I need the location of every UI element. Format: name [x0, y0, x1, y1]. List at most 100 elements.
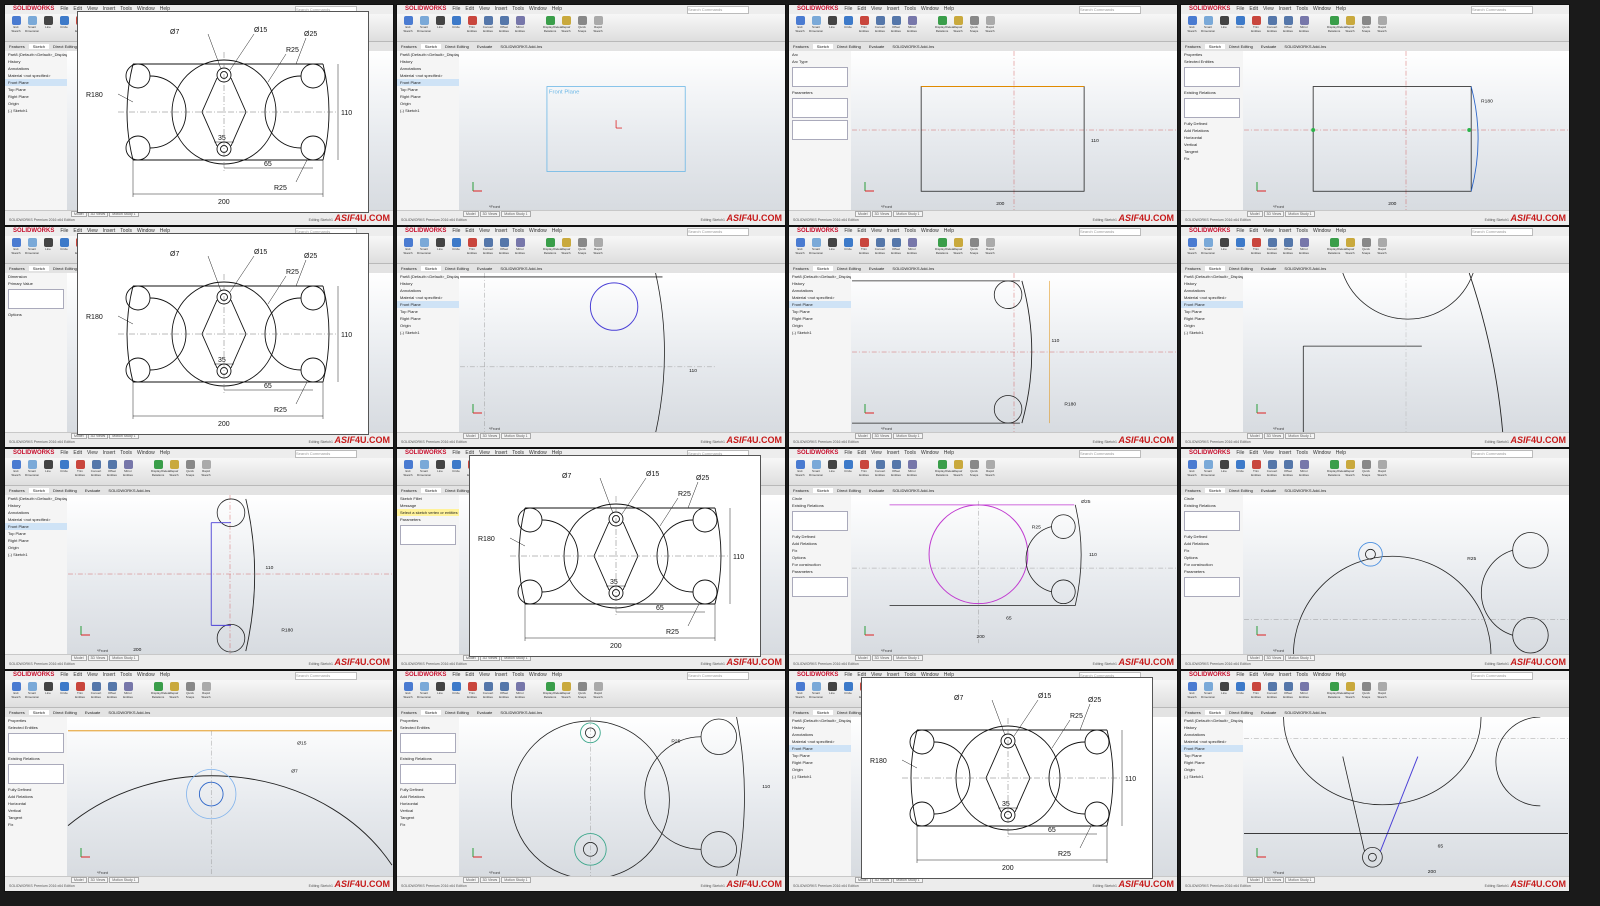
menu-insert[interactable]: Insert	[1279, 672, 1292, 678]
model-tab[interactable]: 3D Views	[87, 655, 109, 661]
selected-entities-list[interactable]	[1184, 67, 1240, 87]
ribbon-button[interactable]: Line	[825, 460, 839, 480]
tree-item[interactable]: Annotations	[397, 65, 459, 72]
model-tab[interactable]: Model	[1247, 433, 1263, 439]
menu-edit[interactable]: Edit	[1249, 450, 1258, 456]
tree-item[interactable]: (-) Sketch1	[1181, 329, 1243, 336]
menu-file[interactable]: File	[844, 228, 852, 234]
tree-item[interactable]: Material <not specified>	[1181, 294, 1243, 301]
tab-features[interactable]: Features	[5, 44, 29, 49]
menu-tools[interactable]: Tools	[1296, 672, 1308, 678]
graphics-area[interactable]: 65 200 *Front	[1243, 717, 1569, 877]
menu-window[interactable]: Window	[1313, 450, 1331, 456]
menu-help[interactable]: Help	[1336, 228, 1346, 234]
model-tab[interactable]: 3D Views	[479, 877, 501, 883]
tree-item[interactable]: History	[789, 280, 851, 287]
tab-sketch[interactable]: Sketch	[420, 266, 442, 271]
ribbon-button[interactable]: Trim Entities	[465, 682, 479, 702]
menu-file[interactable]: File	[844, 6, 852, 12]
ribbon-button[interactable]: Rapid Sketch	[1375, 682, 1389, 702]
menu-edit[interactable]: Edit	[465, 6, 474, 12]
tree-item[interactable]: Top Plane	[397, 308, 459, 315]
tab-direct-editing[interactable]: Direct Editing	[49, 710, 81, 715]
menu-window[interactable]: Window	[1313, 672, 1331, 678]
tab-evaluate[interactable]: Evaluate	[473, 710, 497, 715]
tree-item[interactable]: Annotations	[789, 731, 851, 738]
tree-item[interactable]: Right Plane	[789, 315, 851, 322]
menu-tools[interactable]: Tools	[1296, 6, 1308, 12]
menu-help[interactable]: Help	[944, 450, 954, 456]
tree-item[interactable]: Origin	[397, 322, 459, 329]
ribbon-button[interactable]: Smart Dimension	[809, 16, 823, 36]
model-tab[interactable]: Model	[1247, 655, 1263, 661]
model-tab[interactable]: Motion Study 1	[109, 877, 139, 883]
menu-insert[interactable]: Insert	[1279, 450, 1292, 456]
ribbon-button[interactable]: Quick Snaps	[575, 16, 589, 36]
menu-file[interactable]: File	[60, 450, 68, 456]
tab-solidworks-add-ins[interactable]: SOLIDWORKS Add-Ins	[888, 488, 938, 493]
tab-features[interactable]: Features	[789, 44, 813, 49]
menu-file[interactable]: File	[60, 6, 68, 12]
model-tab[interactable]: 3D Views	[1263, 655, 1285, 661]
relation-fix[interactable]: Fix	[789, 547, 851, 554]
graphics-area[interactable]: 110 *Front	[459, 273, 785, 433]
ribbon-button[interactable]: Line	[1217, 238, 1231, 258]
tree-item[interactable]: Origin	[1181, 322, 1243, 329]
menu-file[interactable]: File	[1236, 6, 1244, 12]
tab-sketch[interactable]: Sketch	[28, 44, 50, 49]
relation-horizontal[interactable]: Horizontal	[397, 800, 459, 807]
tree-item[interactable]: Part8 (Default<<Default>_Display State	[397, 51, 470, 58]
menu-window[interactable]: Window	[529, 672, 547, 678]
menu-tools[interactable]: Tools	[512, 672, 524, 678]
menu-help[interactable]: Help	[552, 6, 562, 12]
tree-item[interactable]: (-) Sketch1	[789, 329, 851, 336]
ribbon-button[interactable]: Quick Snaps	[1359, 460, 1373, 480]
model-tab[interactable]: Model	[1247, 877, 1263, 883]
ribbon-button[interactable]: Line	[1217, 460, 1231, 480]
relation-vertical[interactable]: Vertical	[5, 807, 67, 814]
ribbon-button[interactable]: Offset Entities	[105, 460, 119, 480]
search-commands-input[interactable]: Search Commands	[1079, 228, 1141, 236]
graphics-area[interactable]: Ø25 R25 110 65 200 *Front	[851, 495, 1177, 655]
tree-item[interactable]: Origin	[789, 322, 851, 329]
model-tab[interactable]: 3D Views	[1263, 877, 1285, 883]
ribbon-button[interactable]: Repair Sketch	[1343, 460, 1357, 480]
ribbon-button[interactable]: Display/Delete Relations	[1327, 16, 1346, 36]
ribbon-button[interactable]: Trim Entities	[465, 16, 479, 36]
relation-fix[interactable]: Fix	[1181, 155, 1243, 162]
ribbon-button[interactable]: Smart Dimension	[809, 238, 823, 258]
ribbon-button[interactable]: Smart Dimension	[25, 460, 39, 480]
ribbon-button[interactable]: Mirror Entities	[1297, 238, 1311, 258]
tab-sketch[interactable]: Sketch	[420, 710, 442, 715]
ribbon-button[interactable]: Exit Sketch	[9, 460, 23, 480]
ribbon-button[interactable]: Exit Sketch	[793, 16, 807, 36]
menu-help[interactable]: Help	[552, 228, 562, 234]
ribbon-button[interactable]: Exit Sketch	[401, 460, 415, 480]
graphics-area[interactable]: Front Plane *Front	[459, 51, 785, 211]
tree-item[interactable]: Annotations	[397, 287, 459, 294]
tab-sketch[interactable]: Sketch	[812, 44, 834, 49]
tab-evaluate[interactable]: Evaluate	[1257, 266, 1281, 271]
menu-file[interactable]: File	[1236, 450, 1244, 456]
tab-direct-editing[interactable]: Direct Editing	[49, 488, 81, 493]
graphics-area[interactable]: 110 200 *Front	[851, 51, 1177, 211]
ribbon-button[interactable]: Repair Sketch	[559, 682, 573, 702]
tree-item[interactable]: Annotations	[789, 287, 851, 294]
feature-manager-panel[interactable]: Part8 (Default<<Default>_Display State Hi…	[397, 51, 470, 211]
tree-item[interactable]: Part8 (Default<<Default>_Display State	[5, 51, 78, 58]
solidworks-logo[interactable]: SOLIDWORKS	[797, 672, 838, 678]
relation-fix[interactable]: Fix	[5, 821, 67, 828]
ribbon-button[interactable]: Display/Delete Relations	[1327, 682, 1346, 702]
graphics-area[interactable]: Ø15 Ø7 *Front	[67, 717, 393, 877]
menu-window[interactable]: Window	[137, 672, 155, 678]
solidworks-logo[interactable]: SOLIDWORKS	[13, 672, 54, 678]
feature-manager-panel[interactable]: Part8 (Default<<Default>_Display State Hi…	[397, 273, 470, 433]
ribbon-button[interactable]: Display/Delete Relations	[935, 16, 954, 36]
tree-item[interactable]: Right Plane	[5, 537, 67, 544]
menu-edit[interactable]: Edit	[1249, 228, 1258, 234]
menu-insert[interactable]: Insert	[887, 450, 900, 456]
ribbon-button[interactable]: Quick Snaps	[1359, 238, 1373, 258]
tab-evaluate[interactable]: Evaluate	[1257, 710, 1281, 715]
tab-features[interactable]: Features	[789, 488, 813, 493]
tab-features[interactable]: Features	[1181, 710, 1205, 715]
